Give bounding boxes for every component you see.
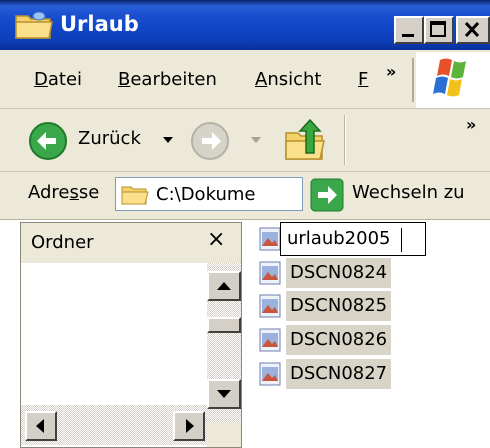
file-name: DSCN0824 xyxy=(286,258,392,288)
explorer-window: Urlaub Datei Bearbeiten Ansicht F » Zurü… xyxy=(0,0,490,448)
windows-logo xyxy=(416,52,490,108)
file-name: DSCN0826 xyxy=(286,325,392,355)
menu-divider xyxy=(412,58,414,102)
scroll-thumb[interactable] xyxy=(207,317,241,333)
address-combobox[interactable]: C:\Dokume xyxy=(115,177,303,211)
scroll-down-button[interactable] xyxy=(207,379,241,409)
arrow-up-icon xyxy=(217,282,231,290)
horizontal-scrollbar[interactable] xyxy=(21,405,207,445)
folder-icon xyxy=(15,11,53,39)
windows-flag-icon xyxy=(433,58,466,97)
image-file-icon xyxy=(259,328,281,352)
back-button-label[interactable]: Zurück xyxy=(78,128,141,149)
menu-bearbeiten[interactable]: Bearbeiten xyxy=(118,69,217,90)
forward-dropdown-icon[interactable] xyxy=(250,135,262,145)
back-arrow-icon[interactable] xyxy=(28,121,68,161)
file-name: DSCN0825 xyxy=(286,291,392,321)
menu-overflow-chevron[interactable]: » xyxy=(386,62,396,81)
title-bar[interactable]: Urlaub xyxy=(0,0,490,50)
rename-input[interactable]: urlaub2005 xyxy=(287,228,390,249)
minimize-button[interactable] xyxy=(394,16,424,44)
folder-icon xyxy=(121,186,149,205)
maximize-button[interactable] xyxy=(424,16,454,44)
rename-field[interactable]: urlaub2005 xyxy=(280,222,426,256)
address-label: Adresse xyxy=(28,182,100,203)
scroll-up-button[interactable] xyxy=(207,271,241,301)
address-input[interactable]: C:\Dokume xyxy=(156,184,255,205)
arrow-left-icon xyxy=(36,419,44,433)
close-icon[interactable]: × xyxy=(207,227,225,252)
vertical-scrollbar[interactable] xyxy=(207,263,241,423)
standard-toolbar: Zurück » xyxy=(0,109,490,172)
maximize-icon xyxy=(430,21,446,37)
window-title: Urlaub xyxy=(60,12,139,36)
go-arrow-icon[interactable] xyxy=(310,178,344,212)
text-caret xyxy=(401,228,402,252)
image-file-icon xyxy=(259,227,281,251)
arrow-right-icon xyxy=(186,419,194,433)
file-name: DSCN0827 xyxy=(286,359,392,389)
menu-datei-rest: atei xyxy=(47,69,83,90)
toolbar-overflow-chevron[interactable]: » xyxy=(466,115,476,134)
folder-pane: Ordner × xyxy=(20,222,242,448)
close-button[interactable] xyxy=(456,16,490,44)
scroll-left-button[interactable] xyxy=(25,411,57,441)
forward-arrow-icon[interactable] xyxy=(190,121,230,161)
menu-datei[interactable]: Datei xyxy=(34,69,82,90)
back-dropdown-icon[interactable] xyxy=(162,135,174,145)
close-icon xyxy=(464,21,480,38)
menu-ansicht[interactable]: Ansicht xyxy=(255,69,321,90)
scrollbar-corner xyxy=(207,423,241,447)
folder-pane-title: Ordner xyxy=(31,232,94,253)
go-button-label[interactable]: Wechseln zu xyxy=(352,182,465,203)
image-file-icon xyxy=(259,261,281,285)
minimize-icon xyxy=(402,34,414,37)
address-bar: Adresse C:\Dokume Wechseln zu xyxy=(0,172,490,220)
toolbar-divider xyxy=(344,115,346,165)
image-file-icon xyxy=(259,294,281,318)
folder-up-icon[interactable] xyxy=(282,117,328,163)
menu-favoriten[interactable]: F xyxy=(358,69,368,90)
image-file-icon xyxy=(259,362,281,386)
scroll-right-button[interactable] xyxy=(173,411,205,441)
folder-pane-header: Ordner × xyxy=(21,223,241,263)
arrow-down-icon xyxy=(217,390,231,398)
